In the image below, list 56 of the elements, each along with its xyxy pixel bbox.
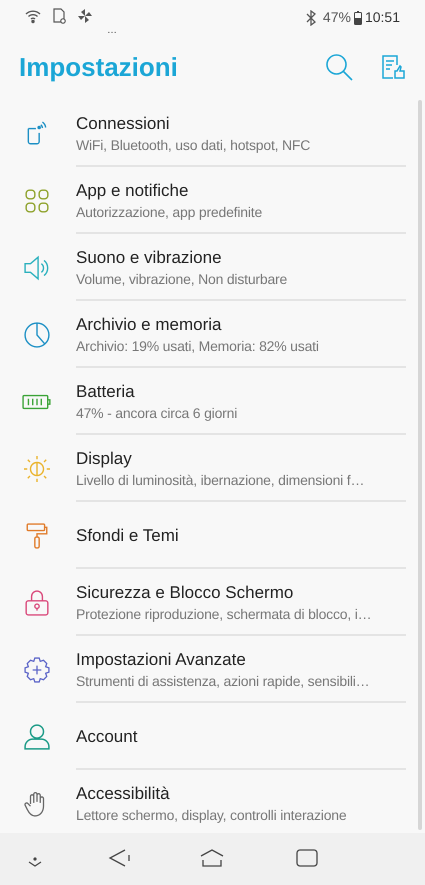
item-subtitle: Lettore schermo, display, controlli interazione	[76, 806, 346, 824]
item-title: Accessibilità	[76, 782, 171, 804]
feedback-thumbs-up-icon[interactable]	[381, 54, 405, 80]
back-icon[interactable]	[108, 848, 130, 868]
speaker-icon	[24, 254, 50, 280]
scrollbar[interactable]	[418, 100, 422, 830]
settings-item[interactable]: Display Livello di luminosità, ibernazione, dimensioni f…	[0, 435, 425, 502]
pinwheel-icon	[77, 8, 93, 24]
search-icon[interactable]	[325, 53, 353, 81]
person-icon	[24, 724, 50, 750]
item-subtitle: WiFi, Bluetooth, uso dati, hotspot, NFC	[76, 136, 310, 154]
item-subtitle: Archivio: 19% usati, Memoria: 82% usati	[76, 336, 319, 356]
settings-item[interactable]: Accessibilità Lettore schermo, display, controlli interazione	[0, 770, 425, 837]
item-subtitle: Volume, vibrazione, Non disturbare	[76, 270, 288, 288]
recent-apps-icon[interactable]	[296, 849, 318, 867]
bluetooth-icon	[304, 10, 317, 26]
item-subtitle: 47% - ancora circa 6 giorni	[76, 404, 238, 422]
item-subtitle: Livello di luminosità, ibernazione, dimensioni f…	[76, 470, 364, 490]
gear-plus-icon	[24, 656, 50, 682]
item-title: Sicurezza e Blocco Schermo	[76, 582, 294, 604]
item-title: Display	[76, 448, 133, 470]
settings-item[interactable]: Account	[0, 703, 425, 770]
sd-card-icon	[51, 8, 67, 24]
settings-item[interactable]: Connessioni WiFi, Bluetooth, uso dati, hotspot, NFC	[0, 100, 425, 167]
battery-icon	[354, 10, 362, 24]
settings-item[interactable]: App e notifiche Autorizzazione, app predefinite	[0, 167, 425, 234]
clock-time: 10:51	[364, 8, 400, 27]
settings-item[interactable]: Sfondi e Temi	[0, 502, 425, 569]
settings-item[interactable]: Suono e vibrazione Volume, vibrazione, Non disturbare	[0, 234, 425, 301]
item-title: Impostazioni Avanzate	[76, 648, 247, 670]
settings-item[interactable]: Impostazioni Avanzate Strumenti di assistenza, azioni rapide, sensibili…	[0, 636, 425, 703]
settings-item[interactable]: Sicurezza e Blocco Schermo Protezione riproduzione, schermata di blocco, i…	[0, 569, 425, 636]
item-title: Suono e vibrazione	[76, 246, 223, 268]
app-grid-icon	[24, 188, 50, 214]
item-title: Sfondi e Temi	[76, 524, 179, 546]
item-title: Batteria	[76, 380, 136, 402]
sun-icon	[24, 456, 50, 482]
padlock-icon	[24, 590, 50, 616]
settings-item[interactable]: Archivio e memoria Archivio: 19% usati, Memoria: 82% usati	[0, 301, 425, 368]
page-title: Impostazioni	[19, 50, 178, 84]
battery-icon	[22, 392, 52, 410]
expand-icon[interactable]	[27, 857, 43, 867]
item-title: App e notifiche	[76, 180, 190, 202]
settings-item[interactable]: Batteria 47% - ancora circa 6 giorni	[0, 368, 425, 435]
pie-chart-icon	[24, 322, 50, 348]
item-subtitle: Autorizzazione, app predefinite	[76, 202, 262, 222]
paint-roller-icon	[24, 522, 50, 548]
item-subtitle: Protezione riproduzione, schermata di blocco, i…	[76, 604, 372, 624]
item-title: Archivio e memoria	[76, 314, 222, 336]
home-icon[interactable]	[200, 848, 224, 868]
item-title: Account	[76, 726, 138, 748]
more-notifications-indicator: …	[107, 26, 117, 36]
battery-percent: 47%	[322, 8, 351, 27]
item-subtitle: Strumenti di assistenza, azioni rapide, sensibili…	[76, 672, 370, 690]
wifi-icon	[25, 8, 41, 24]
item-title: Connessioni	[76, 112, 171, 134]
